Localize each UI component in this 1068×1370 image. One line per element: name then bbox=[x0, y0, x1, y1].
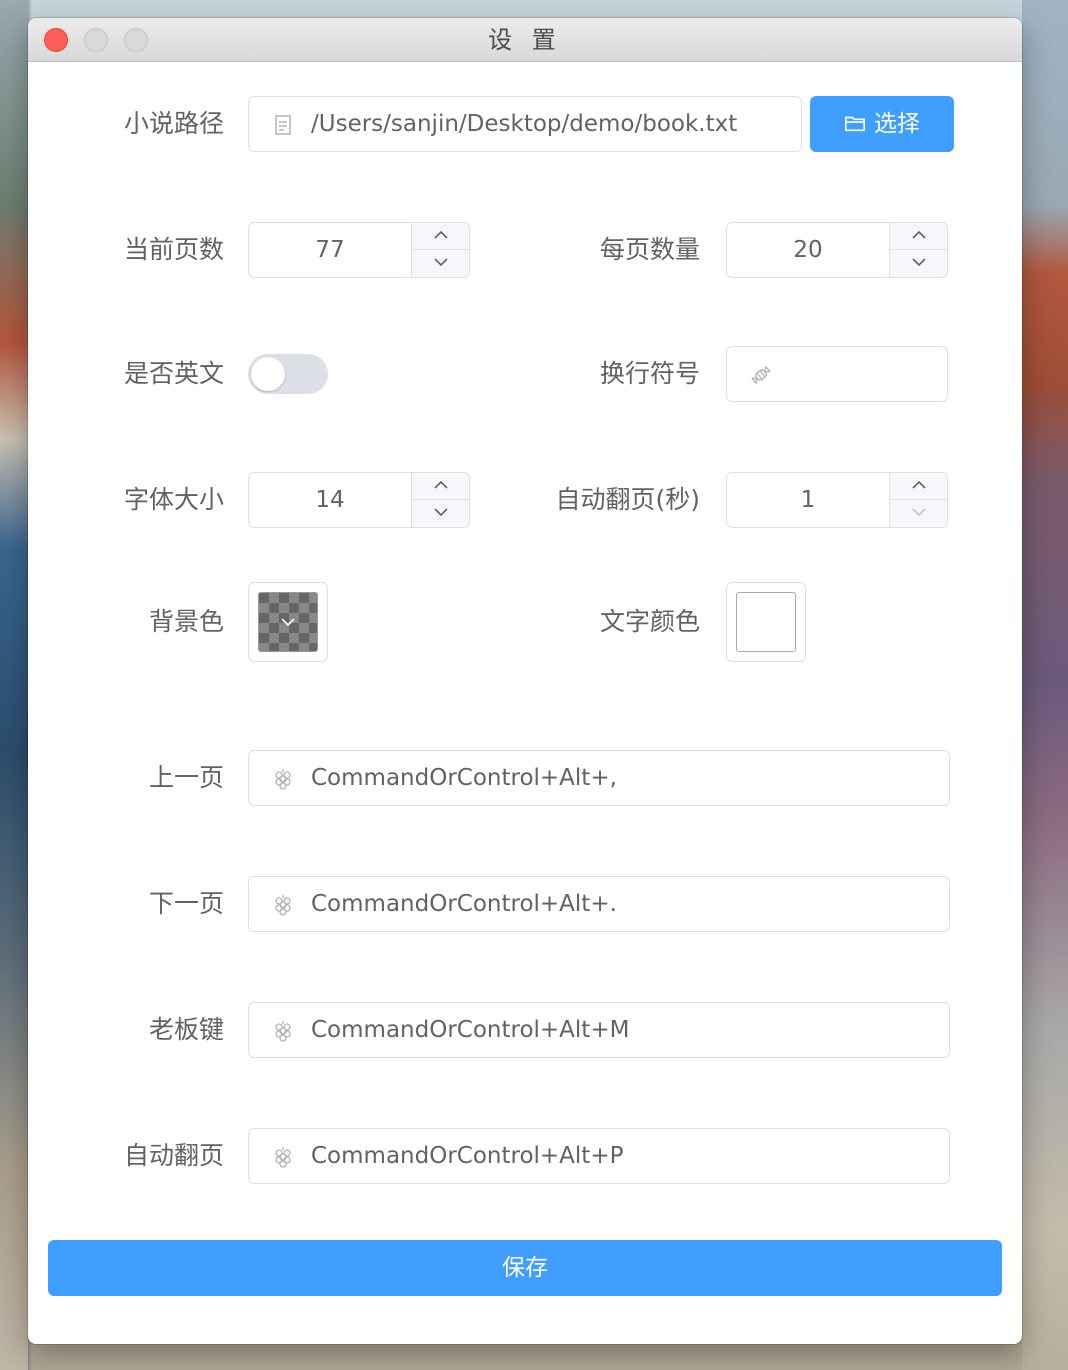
auto-flip-shortcut-value: CommandOrControl+Alt+P bbox=[311, 1143, 624, 1169]
candy-icon bbox=[751, 366, 771, 384]
font-size-label: 字体大小 bbox=[123, 485, 224, 514]
folder-icon bbox=[845, 116, 865, 132]
is-english-label: 是否英文 bbox=[123, 359, 224, 388]
grape-icon bbox=[275, 895, 291, 916]
current-page-stepper[interactable]: 77 bbox=[248, 222, 470, 278]
next-page-shortcut-label: 下一页 bbox=[148, 889, 224, 918]
current-page-increment[interactable] bbox=[412, 223, 470, 250]
per-page-decrement[interactable] bbox=[890, 250, 948, 277]
auto-flip-shortcut-input[interactable]: CommandOrControl+Alt+P bbox=[248, 1128, 950, 1184]
switch-knob bbox=[251, 357, 285, 391]
auto-flip-shortcut-label: 自动翻页 bbox=[123, 1141, 224, 1170]
current-page-value: 77 bbox=[315, 237, 345, 263]
next-page-shortcut-input[interactable]: CommandOrControl+Alt+. bbox=[248, 876, 950, 932]
chevron-up-icon bbox=[912, 480, 926, 489]
grape-icon bbox=[275, 769, 291, 790]
novel-path-label: 小说路径 bbox=[123, 109, 224, 138]
auto-flip-seconds-value: 1 bbox=[800, 487, 816, 513]
chevron-down-icon bbox=[434, 258, 448, 267]
chevron-down-icon bbox=[912, 258, 926, 267]
prev-page-shortcut-input[interactable]: CommandOrControl+Alt+, bbox=[248, 750, 950, 806]
auto-flip-seconds-stepper[interactable]: 1 bbox=[726, 472, 948, 528]
desktop-background-right bbox=[1022, 0, 1068, 1370]
bg-color-label: 背景色 bbox=[148, 607, 224, 636]
font-size-stepper[interactable]: 14 bbox=[248, 472, 470, 528]
bg-color-swatch bbox=[258, 592, 318, 652]
choose-file-button[interactable]: 选择 bbox=[810, 96, 954, 152]
font-size-increment[interactable] bbox=[412, 473, 470, 500]
document-icon bbox=[275, 115, 291, 135]
bg-color-picker[interactable] bbox=[248, 582, 328, 662]
per-page-value: 20 bbox=[793, 237, 823, 263]
current-page-decrement[interactable] bbox=[412, 250, 470, 277]
choose-file-label: 选择 bbox=[874, 111, 920, 137]
text-color-label: 文字颜色 bbox=[599, 607, 700, 636]
prev-page-shortcut-label: 上一页 bbox=[148, 763, 224, 792]
chevron-up-icon bbox=[434, 480, 448, 489]
auto-flip-seconds-label: 自动翻页(秒) bbox=[555, 485, 700, 514]
per-page-label: 每页数量 bbox=[599, 235, 700, 264]
text-color-swatch bbox=[736, 592, 796, 652]
line-break-input[interactable] bbox=[726, 346, 948, 402]
chevron-down-icon bbox=[912, 508, 926, 517]
novel-path-input[interactable]: /Users/sanjin/Desktop/demo/book.txt bbox=[248, 96, 802, 152]
line-break-label: 换行符号 bbox=[599, 359, 700, 388]
chevron-up-icon bbox=[434, 230, 448, 239]
per-page-stepper[interactable]: 20 bbox=[726, 222, 948, 278]
settings-window: 设 置 小说路径 /Users/sanjin/Desktop/demo/book… bbox=[28, 18, 1022, 1344]
is-english-switch[interactable] bbox=[248, 354, 328, 394]
prev-page-shortcut-value: CommandOrControl+Alt+, bbox=[311, 765, 617, 791]
current-page-label: 当前页数 bbox=[123, 235, 224, 264]
desktop-background-left bbox=[0, 0, 28, 1370]
next-page-shortcut-value: CommandOrControl+Alt+. bbox=[311, 891, 617, 917]
text-color-picker[interactable] bbox=[726, 582, 806, 662]
boss-key-shortcut-input[interactable]: CommandOrControl+Alt+M bbox=[248, 1002, 950, 1058]
chevron-up-icon bbox=[912, 230, 926, 239]
save-button[interactable]: 保存 bbox=[48, 1240, 1002, 1296]
font-size-decrement[interactable] bbox=[412, 500, 470, 527]
grape-icon bbox=[275, 1021, 291, 1042]
boss-key-shortcut-value: CommandOrControl+Alt+M bbox=[311, 1017, 630, 1043]
auto-flip-seconds-decrement[interactable] bbox=[890, 500, 948, 527]
window-title: 设 置 bbox=[488, 26, 562, 54]
chevron-down-icon bbox=[434, 508, 448, 517]
boss-key-shortcut-label: 老板键 bbox=[148, 1015, 224, 1044]
novel-path-value: /Users/sanjin/Desktop/demo/book.txt bbox=[311, 111, 738, 137]
font-size-value: 14 bbox=[315, 487, 345, 513]
title-bar: 设 置 bbox=[28, 18, 1022, 62]
auto-flip-seconds-increment[interactable] bbox=[890, 473, 948, 500]
grape-icon bbox=[275, 1147, 291, 1168]
chevron-down-icon bbox=[281, 618, 295, 627]
per-page-increment[interactable] bbox=[890, 223, 948, 250]
